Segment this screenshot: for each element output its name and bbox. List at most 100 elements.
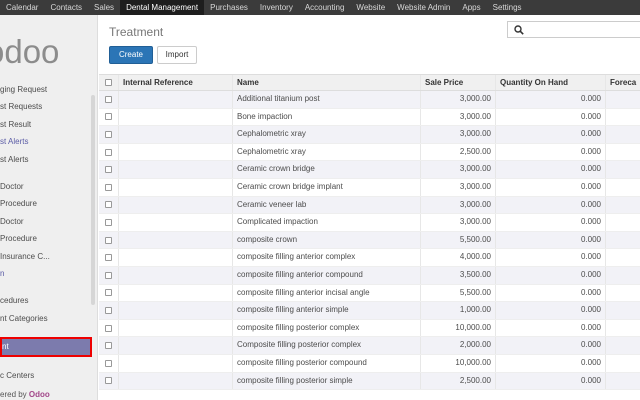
checkbox[interactable] (105, 377, 112, 385)
checkbox[interactable] (105, 218, 112, 226)
cell-internal-reference (119, 214, 233, 231)
select-all-checkbox[interactable] (99, 75, 119, 90)
cell-forecast (606, 232, 640, 249)
table-row[interactable]: Ceramic crown bridge implant 3,000.00 0.00… (99, 178, 640, 197)
checkbox[interactable] (105, 289, 112, 297)
checkbox[interactable] (105, 342, 112, 350)
nav-item-apps[interactable]: Apps (456, 0, 486, 15)
table-row[interactable]: Composite filling posterior complex 2,000… (99, 337, 640, 355)
table-row[interactable]: composite filling anterior simple 1,000.0… (99, 302, 640, 320)
table-row[interactable]: Additional titanium post 3,000.00 0.000 (99, 91, 640, 109)
row-checkbox[interactable] (99, 266, 119, 284)
checkbox[interactable] (105, 113, 112, 121)
sidebar-item[interactable]: Doctor (0, 178, 92, 195)
sidebar-item[interactable]: Insurance C... (0, 248, 92, 265)
row-checkbox[interactable] (99, 372, 119, 390)
table-row[interactable]: composite filling posterior simple 2,500.… (99, 372, 640, 391)
nav-item-inventory[interactable]: Inventory (254, 0, 299, 15)
nav-item-contacts[interactable]: Contacts (44, 0, 88, 15)
row-checkbox[interactable] (99, 214, 119, 231)
table-row[interactable]: composite filling posterior compound 10,0… (99, 354, 640, 373)
nav-item-sales[interactable]: Sales (88, 0, 120, 15)
nav-item-purchases[interactable]: Purchases (204, 0, 254, 15)
row-checkbox[interactable] (99, 91, 119, 108)
checkbox[interactable] (105, 95, 112, 103)
table-row[interactable]: Cephalometric xray 2,500.00 0.000 (99, 143, 640, 162)
odoo-logo[interactable]: odoo (0, 33, 59, 71)
nav-item-dental-management[interactable]: Dental Management (120, 0, 205, 15)
sidebar-item[interactable]: st Requests (0, 98, 92, 115)
sidebar-item[interactable]: c Centers (0, 367, 92, 384)
column-header-quantity-on-hand[interactable]: Quantity On Hand (496, 75, 606, 90)
checkbox[interactable] (105, 271, 112, 279)
checkbox[interactable] (105, 306, 112, 314)
sidebar-item[interactable]: nt Categories (0, 310, 92, 327)
table-row[interactable]: Complicated impaction 3,000.00 0.000 (99, 214, 640, 232)
checkbox[interactable] (105, 148, 112, 156)
row-checkbox[interactable] (99, 249, 119, 266)
checkbox[interactable] (105, 130, 112, 138)
checkbox[interactable] (105, 166, 112, 174)
cell-internal-reference (119, 249, 233, 266)
row-checkbox[interactable] (99, 161, 119, 178)
odoo-link[interactable]: Odoo (29, 390, 50, 399)
row-checkbox[interactable] (99, 143, 119, 161)
row-checkbox[interactable] (99, 108, 119, 126)
sidebar-item[interactable]: ging Request (0, 81, 92, 98)
sidebar-scrollbar[interactable] (91, 95, 95, 305)
sidebar-section[interactable]: n (0, 265, 92, 282)
row-checkbox[interactable] (99, 319, 119, 337)
checkbox[interactable] (105, 236, 112, 244)
cell-forecast (606, 214, 640, 231)
checkbox[interactable] (105, 201, 112, 209)
search-icon (514, 25, 524, 38)
nav-item-settings[interactable]: Settings (487, 0, 528, 15)
row-checkbox[interactable] (99, 126, 119, 143)
cell-internal-reference (119, 196, 233, 214)
table-row[interactable]: Bone impaction 3,000.00 0.000 (99, 108, 640, 127)
checkbox[interactable] (105, 183, 112, 191)
table-row[interactable]: Ceramic veneer lab 3,000.00 0.000 (99, 196, 640, 215)
column-header-sale-price[interactable]: Sale Price (421, 75, 496, 90)
row-checkbox[interactable] (99, 196, 119, 214)
table-row[interactable]: composite filling posterior complex 10,00… (99, 319, 640, 338)
table-row[interactable]: composite filling anterior incisal angle… (99, 284, 640, 303)
sidebar-item[interactable]: cedures (0, 292, 92, 309)
column-header-name[interactable]: Name (233, 75, 421, 90)
cell-quantity-on-hand: 0.000 (496, 161, 606, 178)
table-row[interactable]: Cephalometric xray 3,000.00 0.000 (99, 126, 640, 144)
column-header-internal-reference[interactable]: Internal Reference (119, 75, 233, 90)
sidebar-item[interactable]: st Result (0, 116, 92, 133)
checkbox[interactable] (105, 359, 112, 367)
nav-item-website[interactable]: Website (350, 0, 391, 15)
row-checkbox[interactable] (99, 178, 119, 196)
create-button[interactable]: Create (109, 46, 153, 64)
sidebar-item[interactable]: st Alerts (0, 151, 92, 168)
import-button[interactable]: Import (157, 46, 197, 64)
sidebar-item[interactable]: Procedure (0, 230, 92, 247)
checkbox[interactable] (105, 254, 112, 262)
checkbox[interactable] (105, 324, 112, 332)
table-row[interactable]: composite crown 5,500.00 0.000 (99, 231, 640, 250)
row-checkbox[interactable] (99, 337, 119, 354)
table-row[interactable]: composite filling anterior compound 3,500… (99, 266, 640, 285)
nav-item-website-admin[interactable]: Website Admin (391, 0, 456, 15)
nav-item-accounting[interactable]: Accounting (299, 0, 351, 15)
table-row[interactable]: composite filling anterior complex 4,000.… (99, 249, 640, 267)
sidebar-section[interactable]: st Alerts (0, 133, 92, 150)
row-checkbox[interactable] (99, 302, 119, 319)
table-row[interactable]: Ceramic crown bridge 3,000.00 0.000 (99, 161, 640, 179)
search-input[interactable] (507, 21, 640, 38)
nav-item-calendar[interactable]: Calendar (0, 0, 44, 15)
sidebar-item[interactable]: Doctor (0, 213, 92, 230)
cell-internal-reference (119, 126, 233, 143)
sidebar-item[interactable]: nt (0, 337, 92, 358)
cell-internal-reference (119, 372, 233, 390)
row-checkbox[interactable] (99, 231, 119, 249)
sidebar-item[interactable]: Procedure (0, 195, 92, 212)
row-checkbox[interactable] (99, 354, 119, 372)
column-header-forecast[interactable]: Foreca (606, 75, 640, 90)
row-checkbox[interactable] (99, 284, 119, 302)
cell-forecast (606, 126, 640, 143)
